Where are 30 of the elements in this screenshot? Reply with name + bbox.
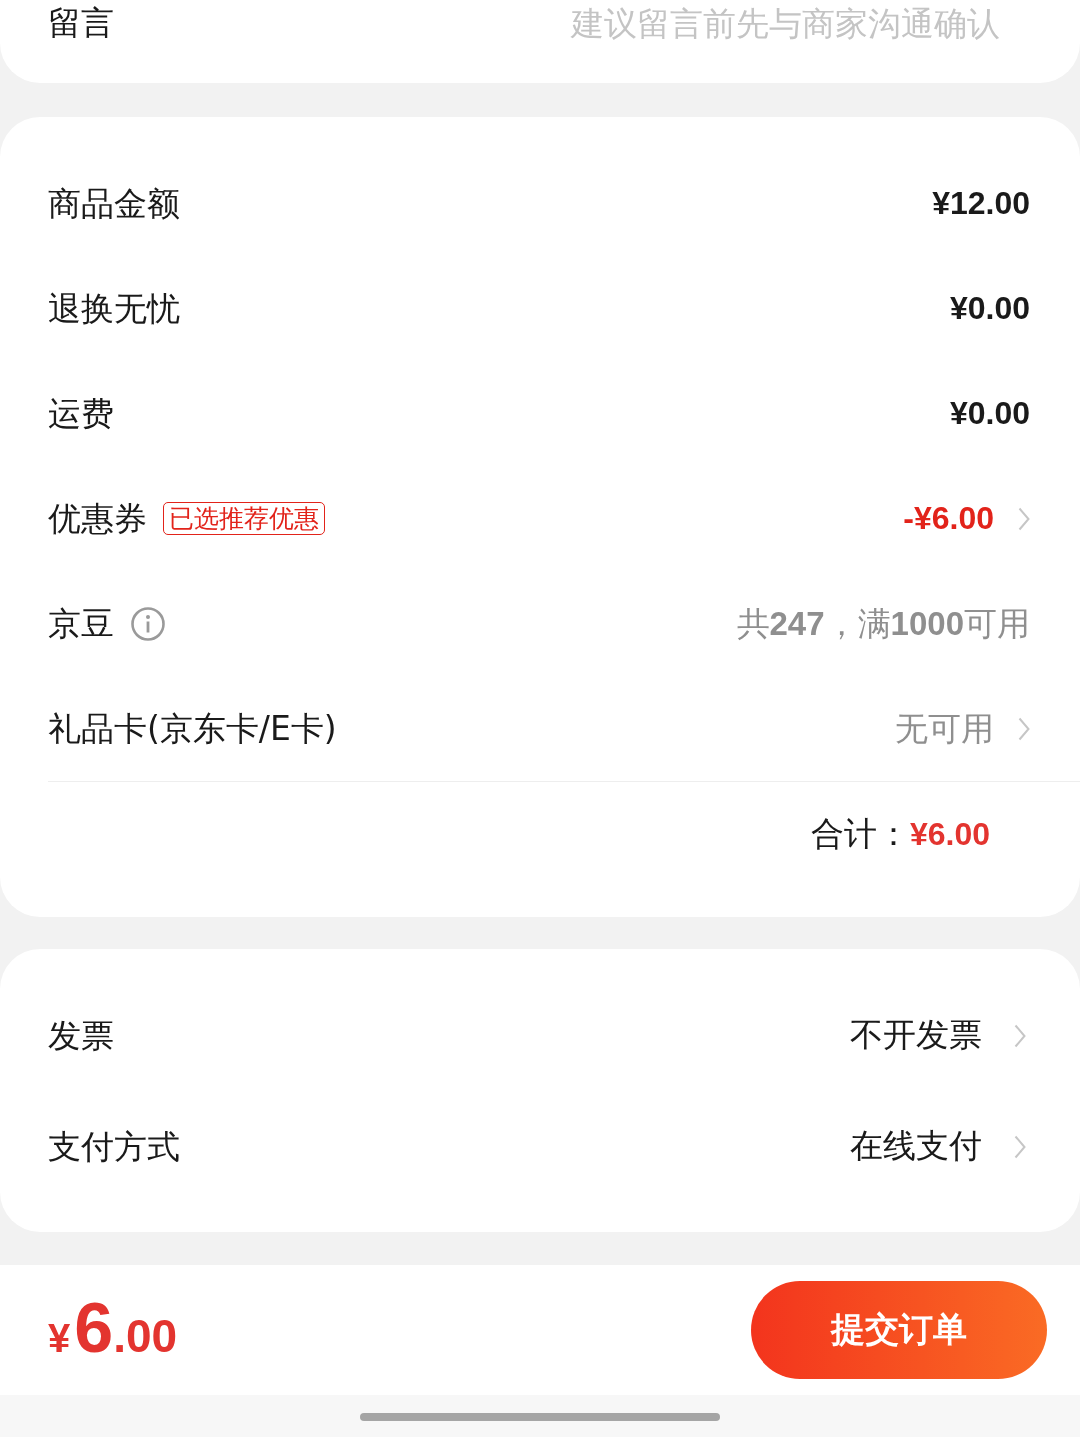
message-field[interactable]: 建议留言前先与商家沟通确认 <box>114 3 1000 43</box>
message-label: 留言 <box>48 3 114 43</box>
row-value: ¥0.00 <box>949 289 1030 328</box>
chevron-icon[interactable] <box>1018 716 1030 741</box>
total-price: ¥6.00 <box>48 1293 178 1363</box>
total-label: 合计： <box>810 812 910 855</box>
row-label: 礼品卡(京东卡/E卡) <box>48 708 337 749</box>
option-label: 发票 <box>48 1015 114 1056</box>
row-value: 无可用 <box>895 708 994 749</box>
row-value: ¥0.00 <box>949 394 1030 433</box>
coupon-tag: 已选推荐优惠 <box>163 502 325 535</box>
info-icon[interactable] <box>131 606 165 641</box>
row-value: ¥12.00 <box>932 184 1030 223</box>
option-value[interactable]: 不开发票 <box>850 1013 982 1058</box>
row-label: 京豆 <box>48 603 114 644</box>
home-indicator[interactable] <box>360 1413 720 1421</box>
chevron-icon[interactable] <box>1014 1023 1026 1048</box>
chevron-icon[interactable] <box>1018 506 1030 531</box>
total-value: ¥6.00 <box>909 815 990 853</box>
message-card[interactable]: 留言 建议留言前先与商家沟通确认 <box>0 0 1080 83</box>
row-label: 退换无忧 <box>48 288 180 329</box>
row-label: 商品金额 <box>48 183 180 224</box>
chevron-icon[interactable] <box>1014 1134 1026 1159</box>
row-label: 运费 <box>48 393 114 434</box>
row-label: 优惠券 <box>48 498 147 539</box>
option-label: 支付方式 <box>48 1126 180 1167</box>
option-value[interactable]: 在线支付 <box>850 1124 982 1169</box>
row-value: 共247，满1000可用 <box>736 603 1030 644</box>
submit-button[interactable]: 提交订单 <box>751 1281 1047 1379</box>
row-value: -¥6.00 <box>903 499 994 538</box>
